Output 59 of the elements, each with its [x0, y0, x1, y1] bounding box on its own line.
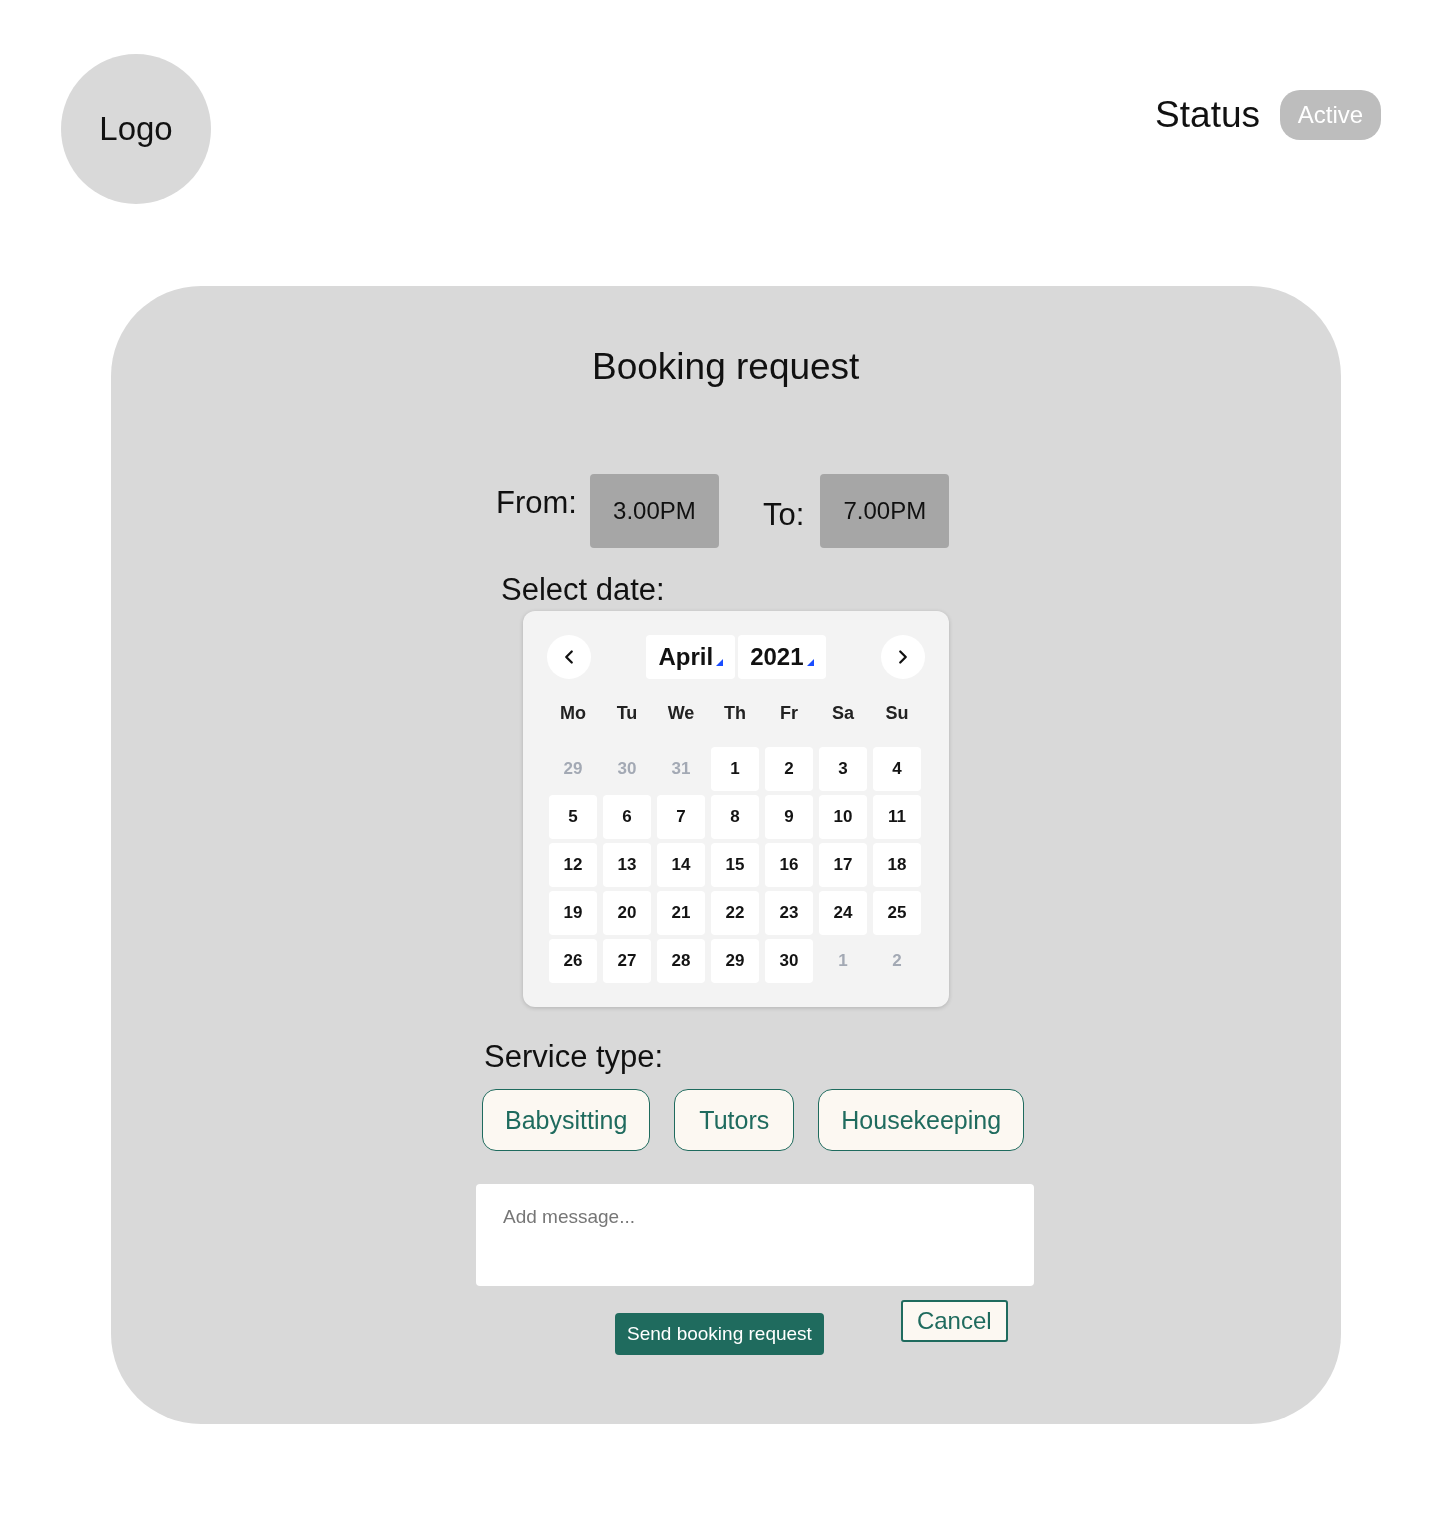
- status-badge: Active: [1280, 90, 1381, 140]
- calendar-day[interactable]: 7: [657, 795, 705, 839]
- calendar-day[interactable]: 15: [711, 843, 759, 887]
- calendar-day[interactable]: 23: [765, 891, 813, 935]
- calendar-day[interactable]: 29: [711, 939, 759, 983]
- month-select[interactable]: April: [646, 635, 736, 679]
- weekday-label: Th: [723, 703, 747, 723]
- service-option-button[interactable]: Housekeeping: [818, 1089, 1025, 1151]
- calendar-day[interactable]: 9: [765, 795, 813, 839]
- calendar-day[interactable]: 3: [819, 747, 867, 791]
- weekday-label: We: [666, 703, 696, 723]
- dropdown-triangle-icon: [806, 659, 814, 666]
- weekday-label: Sa: [831, 703, 855, 723]
- calendar-day[interactable]: 17: [819, 843, 867, 887]
- calendar-day[interactable]: 26: [549, 939, 597, 983]
- weekday-label: Su: [884, 703, 910, 723]
- calendar-day[interactable]: 16: [765, 843, 813, 887]
- section-label: Select date:: [501, 572, 665, 608]
- calendar-day[interactable]: 5: [549, 795, 597, 839]
- send-button[interactable]: Send booking request: [615, 1313, 824, 1355]
- calendar-day[interactable]: 2: [765, 747, 813, 791]
- calendar-day[interactable]: 10: [819, 795, 867, 839]
- calendar-day[interactable]: 28: [657, 939, 705, 983]
- logo-text: Logo: [99, 110, 173, 148]
- calendar-day[interactable]: 8: [711, 795, 759, 839]
- section-label: Service type:: [484, 1039, 664, 1075]
- service-option-button[interactable]: Tutors: [674, 1089, 795, 1151]
- dropdown-triangle-icon: [716, 659, 724, 666]
- time-label: To:: [762, 497, 805, 533]
- calendar-day[interactable]: 14: [657, 843, 705, 887]
- next-month-button[interactable]: [881, 635, 925, 679]
- time-field[interactable]: 7.00PM: [820, 474, 950, 548]
- calendar-day[interactable]: 25: [873, 891, 921, 935]
- weekday-label: Mo: [559, 703, 587, 723]
- calendar-day[interactable]: 18: [873, 843, 921, 887]
- calendar-day[interactable]: 20: [603, 891, 651, 935]
- message-field[interactable]: Add message...: [476, 1184, 1034, 1286]
- time-field[interactable]: 3.00PM: [589, 474, 719, 548]
- calendar-day[interactable]: 24: [819, 891, 867, 935]
- calendar-day[interactable]: 19: [549, 891, 597, 935]
- calendar-day[interactable]: 12: [549, 843, 597, 887]
- calendar-day[interactable]: 11: [873, 795, 921, 839]
- service-option-button[interactable]: Babysitting: [482, 1089, 651, 1151]
- calendar-day[interactable]: 6: [603, 795, 651, 839]
- calendar-day[interactable]: 13: [603, 843, 651, 887]
- calendar-day[interactable]: 21: [657, 891, 705, 935]
- calendar-day[interactable]: 22: [711, 891, 759, 935]
- year-select[interactable]: 2021: [738, 635, 826, 679]
- previous-month-button[interactable]: [547, 635, 591, 679]
- weekday-label: Fr: [779, 703, 799, 723]
- calendar-day[interactable]: 30: [765, 939, 813, 983]
- cancel-button[interactable]: Cancel: [900, 1300, 1008, 1342]
- status-label: Status: [1155, 93, 1260, 137]
- calendar-day[interactable]: 4: [873, 747, 921, 791]
- card-title: Booking request: [592, 345, 860, 389]
- time-label: From:: [496, 485, 577, 521]
- calendar-day[interactable]: 27: [603, 939, 651, 983]
- calendar-day[interactable]: 1: [711, 747, 759, 791]
- weekday-label: Tu: [615, 703, 639, 723]
